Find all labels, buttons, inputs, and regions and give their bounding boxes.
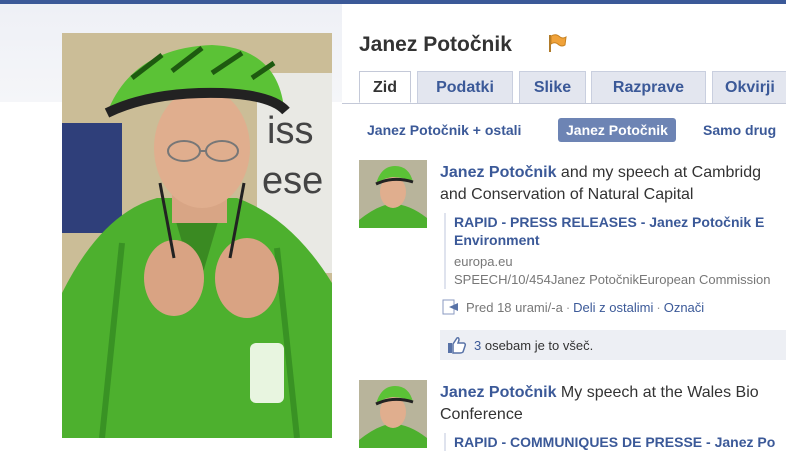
flag-icon[interactable] [546,33,568,53]
tab-info[interactable]: Podatki [417,71,513,103]
share-link[interactable]: Deli z ostalimi [573,300,653,315]
profile-photo[interactable]: iss ese [62,33,332,438]
post-author-link[interactable]: Janez Potočnik [440,164,556,181]
post-meta: Pred 18 urami/-a · Deli z ostalimi · Označi [442,298,704,318]
likes-box: 3 osebam je to všeč. [440,330,786,360]
post-text-2: Janez Potočnik My speech at the Wales Bi… [440,384,759,423]
post-author-avatar-2[interactable] [359,380,427,448]
profile-name: Janez Potočnik [359,33,512,56]
post-text: Janez Potočnik and my speech at Cambridg… [440,164,762,203]
tab-boxes[interactable]: Okvirji [712,71,786,103]
thumbs-up-icon [447,336,467,354]
svg-text:ese: ese [262,160,323,202]
filter-others[interactable]: Samo drug [703,118,776,142]
post-author-avatar[interactable] [359,160,427,228]
filter-everyone[interactable]: Janez Potočnik + ostali [367,118,521,142]
post-timestamp[interactable]: Pred 18 urami/-a [466,300,563,315]
post-author-link-2[interactable]: Janez Potočnik [440,384,556,401]
svg-text:iss: iss [267,110,313,152]
tab-wall[interactable]: Zid [359,71,411,103]
tab-discussions[interactable]: Razprave [591,71,706,103]
tag-link[interactable]: Označi [664,300,704,315]
post-attachment-2: RAPID - COMMUNIQUES DE PRESSE - Janez Po [444,433,786,451]
tab-photos[interactable]: Slike [519,71,586,103]
attachment-description: SPEECH/10/454Janez PotočnikEuropean Comm… [454,272,771,287]
attachment-title-link-continued[interactable]: Environment [454,231,786,249]
attachment-title-link[interactable]: RAPID - PRESS RELEASES - Janez Potočnik … [454,213,786,231]
shared-link-icon [442,299,460,315]
attachment-title-link-2[interactable]: RAPID - COMMUNIQUES DE PRESSE - Janez Po [454,433,786,451]
post-attachment: RAPID - PRESS RELEASES - Janez Potočnik … [444,213,786,289]
filter-owner[interactable]: Janez Potočnik [558,118,676,142]
likes-text: 3 osebam je to všeč. [474,338,594,353]
attachment-domain: europa.eu [454,254,513,269]
